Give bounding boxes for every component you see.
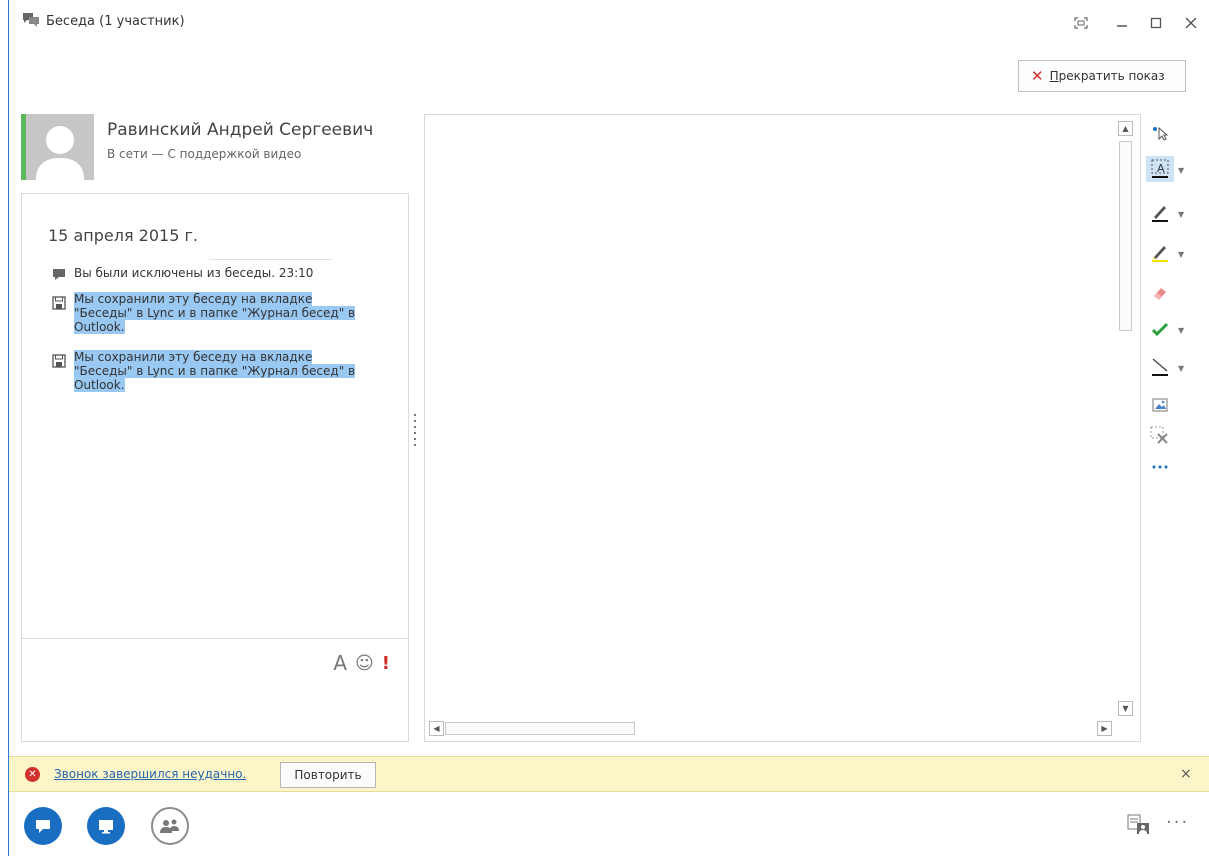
stop-presenting-label: Прекратить показ	[1049, 69, 1165, 83]
participants-button[interactable]	[151, 807, 189, 845]
avatar[interactable]	[26, 114, 94, 180]
maximize-button[interactable]	[1143, 12, 1169, 34]
error-icon: ✕	[25, 767, 40, 782]
call-failed-notification: ✕ Звонок завершился неудачно. Повторить …	[9, 756, 1209, 792]
pen-dropdown-icon[interactable]: ▼	[1178, 210, 1184, 219]
text-tool-dropdown-icon[interactable]: ▼	[1178, 166, 1184, 175]
select-pointer-icon[interactable]	[1146, 120, 1174, 146]
contact-status: В сети — С поддержкой видео	[107, 147, 302, 161]
whiteboard-canvas[interactable]: ▲ ▼ ◀ ▶	[424, 114, 1141, 742]
font-icon[interactable]: A	[333, 651, 347, 675]
vertical-scroll-thumb[interactable]	[1119, 141, 1132, 331]
presentation-icon	[1127, 814, 1149, 834]
chat-bubble-icon	[36, 820, 50, 833]
message-line: Outlook.	[74, 378, 125, 392]
title-bar: Беседа (1 участник)	[0, 0, 1209, 52]
message-line: "Беседы" в Lync и в папке "Журнал бесед"…	[74, 364, 356, 378]
high-importance-icon[interactable]: !	[382, 653, 390, 674]
input-toolbar: A ☺ !	[333, 651, 390, 675]
conversation-icon	[22, 12, 40, 28]
contact-name[interactable]: Равинский Андрей Сергеевич	[107, 120, 373, 140]
monitor-icon	[99, 820, 113, 834]
system-message: Мы сохранили эту беседу на вкладке "Бесе…	[52, 350, 392, 394]
line-tool-icon[interactable]	[1146, 354, 1174, 380]
text-tool-icon[interactable]: A	[1146, 156, 1174, 182]
scroll-right-icon[interactable]: ▶	[1097, 721, 1112, 736]
message-line: Мы сохранили эту беседу на вкладке	[74, 292, 313, 306]
message-text: Мы сохранили эту беседу на вкладке "Бесе…	[74, 292, 394, 334]
whiteboard-toolbar: A ▼ ▼ ▼ ▼ ▼	[1144, 118, 1196, 488]
emoticon-icon[interactable]: ☺	[355, 653, 374, 674]
eraser-tool-icon[interactable]	[1146, 280, 1174, 306]
conversation-date: 15 апреля 2015 г.	[48, 226, 198, 245]
date-divider	[209, 259, 332, 260]
message-line: Мы сохранили эту беседу на вкладке	[74, 350, 313, 364]
stamp-dropdown-icon[interactable]: ▼	[1178, 326, 1184, 335]
window-title: Беседа (1 участник)	[46, 14, 185, 29]
vertical-scrollbar[interactable]: ▲ ▼	[1118, 119, 1133, 716]
more-options-icon[interactable]: ···	[1166, 812, 1189, 833]
message-text: Вы были исключены из беседы. 23:10	[74, 266, 314, 280]
scroll-left-icon[interactable]: ◀	[429, 721, 444, 736]
line-dropdown-icon[interactable]: ▼	[1178, 364, 1184, 373]
chat-bubble-icon	[52, 267, 66, 281]
highlighter-dropdown-icon[interactable]: ▼	[1178, 250, 1184, 259]
scroll-down-icon[interactable]: ▼	[1118, 701, 1133, 716]
pen-tool-icon[interactable]	[1146, 200, 1174, 226]
stamp-check-icon[interactable]	[1146, 316, 1174, 342]
minimize-button[interactable]	[1109, 12, 1135, 34]
message-line: Outlook.	[74, 320, 125, 334]
system-message: Мы сохранили эту беседу на вкладке "Бесе…	[52, 292, 392, 336]
stop-icon: ✕	[1031, 67, 1044, 85]
more-tools-icon[interactable]	[1146, 454, 1174, 480]
svg-text:A: A	[1157, 162, 1165, 175]
insert-image-icon[interactable]	[1146, 392, 1174, 418]
delete-selection-icon[interactable]	[1146, 422, 1174, 448]
horizontal-scroll-thumb[interactable]	[445, 722, 635, 735]
close-notification-icon[interactable]: ×	[1180, 766, 1192, 782]
close-window-button[interactable]	[1178, 12, 1204, 34]
highlighter-tool-icon[interactable]	[1146, 240, 1174, 266]
full-screen-button[interactable]	[1068, 12, 1094, 34]
panel-splitter[interactable]	[413, 414, 416, 450]
save-icon	[52, 354, 66, 368]
save-icon	[52, 296, 66, 310]
conversation-history: 15 апреля 2015 г. Вы были исключены из б…	[21, 193, 409, 742]
message-text: Мы сохранили эту беседу на вкладке "Бесе…	[74, 350, 394, 392]
retry-button[interactable]: Повторить	[280, 762, 376, 788]
present-button[interactable]	[87, 807, 125, 845]
call-failed-link[interactable]: Звонок завершился неудачно.	[54, 767, 246, 781]
window-border	[8, 0, 9, 856]
instant-message-button[interactable]	[24, 807, 62, 845]
message-line: "Беседы" в Lync и в папке "Журнал бесед"…	[74, 306, 356, 320]
stop-presenting-button[interactable]: ✕ Прекратить показ	[1018, 60, 1186, 92]
horizontal-scrollbar[interactable]: ◀ ▶	[429, 721, 1117, 736]
people-icon	[160, 819, 179, 833]
scroll-up-icon[interactable]: ▲	[1118, 121, 1133, 136]
presentation-view-button[interactable]	[1125, 812, 1153, 838]
message-input[interactable]: A ☺ !	[22, 639, 408, 741]
